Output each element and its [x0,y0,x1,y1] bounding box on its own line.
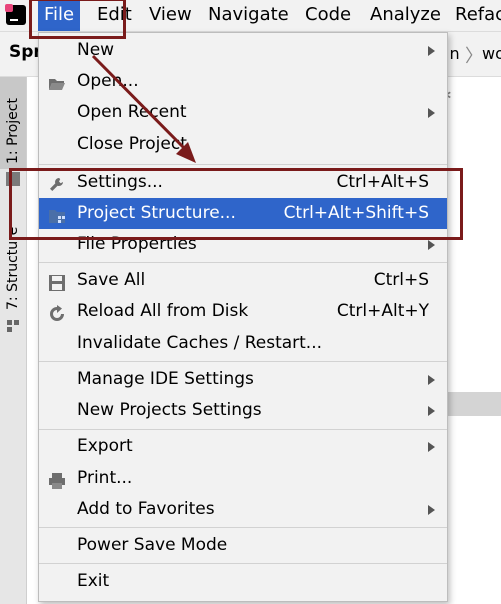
annotation-arrow [91,54,196,163]
